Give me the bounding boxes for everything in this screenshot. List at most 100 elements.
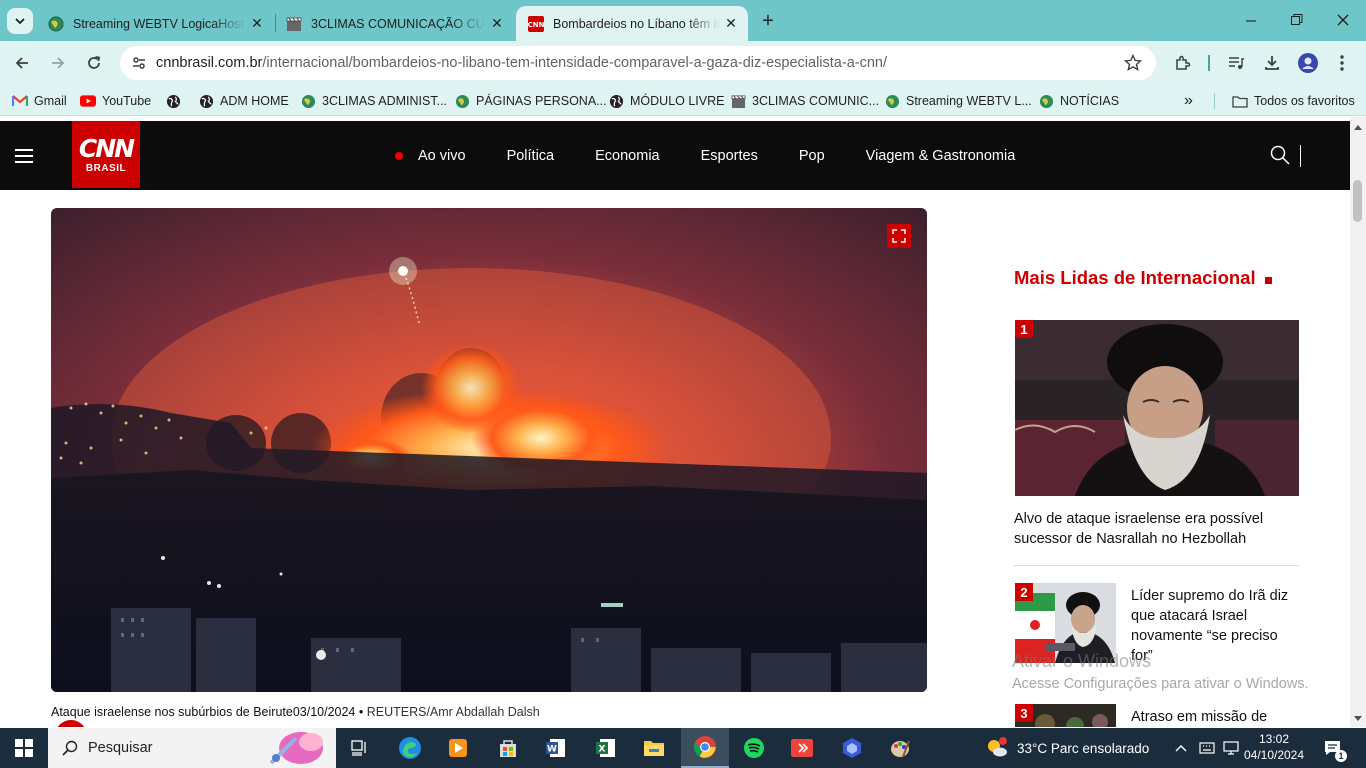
search-icon[interactable] [1270,145,1290,165]
system-clock[interactable]: 13:02 04/10/2024 [1240,731,1308,763]
tab-streaming-webtv[interactable]: Streaming WEBTV LogicaHost - ✕ [36,6,274,41]
bookmark-star-icon[interactable] [1124,54,1142,72]
bookmark-label: 3CLIMAS COMUNIC... [752,94,880,108]
anydesk-icon [791,739,813,757]
taskbar-edge[interactable] [386,728,434,768]
taskbar-store[interactable] [484,728,532,768]
bookmark-gmail[interactable]: Gmail [12,90,67,112]
taskbar-chrome[interactable] [681,728,729,768]
restore-button[interactable] [1274,0,1320,40]
taskbar-search[interactable]: Pesquisar [48,728,336,768]
bookmark-noticias[interactable]: NOTÍCIAS [1038,90,1119,112]
weather-widget[interactable]: 33°C Parc ensolarado [985,728,1149,768]
caption-credit: REUTERS/Amr Abdallah Dalsh [366,705,540,719]
hamburger-menu-icon[interactable] [15,149,33,163]
nav-economia[interactable]: Economia [595,148,659,164]
show-hidden-icons-button[interactable] [1175,728,1187,768]
keyboard-icon [1199,742,1215,754]
minimize-button[interactable] [1228,0,1274,40]
svg-text:X: X [599,745,606,755]
most-read-3-title[interactable]: Atraso em missão de [1131,707,1301,727]
article-hero-image[interactable] [51,208,927,692]
gmail-icon [12,93,28,109]
fullscreen-button[interactable] [887,224,911,248]
cnn-brasil-logo[interactable]: CNN BRASIL [72,121,140,188]
tab-title: 3CLIMAS COMUNICAÇÃO CULT [311,16,486,31]
rank-badge: 1 [1015,320,1033,338]
taskbar-media-player[interactable] [434,728,482,768]
site-header: CNN BRASIL Ao vivo Política Economia Esp… [0,121,1350,190]
edge-icon [399,737,421,759]
close-icon [1337,14,1349,26]
most-read-2-title[interactable]: Líder supremo do Irã diz que atacará Isr… [1131,586,1301,666]
close-tab-icon[interactable]: ✕ [246,13,268,35]
tab-cnn-active[interactable]: CNN Bombardeios no Líbano têm int ✕ [516,6,748,41]
address-bar[interactable]: cnnbrasil.com.br/internacional/bombardei… [120,46,1156,80]
menu-button[interactable] [1328,49,1356,77]
nav-esportes[interactable]: Esportes [701,148,758,164]
tab-3climas[interactable]: 3CLIMAS COMUNICAÇÃO CULT ✕ [274,6,514,41]
nav-ao-vivo[interactable]: Ao vivo [395,148,466,164]
nav-viagem-gastronomia[interactable]: Viagem & Gastronomia [866,148,1016,164]
scrollbar-thumb[interactable] [1353,180,1362,222]
bookmark-streaming[interactable]: Streaming WEBTV L... [884,90,1032,112]
new-tab-button[interactable]: + [756,9,780,33]
taskbar-file-explorer[interactable] [630,728,678,768]
word-icon: W [546,739,565,757]
profile-button[interactable] [1294,49,1322,77]
most-read-1-title[interactable]: Alvo de ataque israelense era possível s… [1014,509,1304,549]
back-button[interactable] [8,49,36,77]
extensions-button[interactable] [1169,49,1197,77]
close-tab-icon[interactable]: ✕ [486,13,508,35]
notification-badge: 1 [1335,750,1347,762]
url-domain: cnnbrasil.com.br [156,55,263,71]
close-tab-icon[interactable]: ✕ [720,13,742,35]
excel-icon: X [596,739,615,757]
taskbar-app-hex[interactable] [828,728,876,768]
bookmark-label: ADM HOME [220,94,289,108]
logo-subtext: BRASIL [85,162,127,174]
most-read-heading: Mais Lidas de Internacional [1014,267,1272,289]
clock-time: 13:02 [1258,732,1290,746]
media-control-button[interactable] [1222,49,1250,77]
taskbar-word[interactable]: W [532,728,580,768]
bookmark-globe[interactable] [165,90,187,112]
more-vert-icon [1340,55,1344,71]
taskbar-anydesk[interactable] [778,728,826,768]
site-info-button[interactable] [122,46,156,80]
reload-button[interactable] [80,49,108,77]
taskbar-excel[interactable]: X [582,728,630,768]
rank-badge: 2 [1015,583,1033,601]
scroll-up-arrow-icon[interactable] [1354,125,1362,130]
close-window-button[interactable] [1320,0,1366,40]
globe-green-icon [48,16,64,31]
taskbar-paint[interactable] [876,728,924,768]
start-button[interactable] [0,728,48,768]
bookmark-paginas[interactable]: PÁGINAS PERSONA... [454,90,607,112]
downloads-button[interactable] [1258,49,1286,77]
page-scrollbar[interactable] [1350,117,1366,727]
most-read-1-image[interactable] [1015,320,1299,496]
notification-center-button[interactable]: 1 [1324,728,1347,768]
nav-pop[interactable]: Pop [799,148,825,164]
red-square-icon [1264,276,1272,284]
keyboard-layout-button[interactable] [1199,728,1215,768]
author-avatar[interactable] [55,720,87,727]
bookmark-youtube[interactable]: YouTube [80,90,151,112]
all-bookmarks-folder[interactable]: Todos os favoritos [1232,90,1355,112]
bookmark-3climas-comunic[interactable]: 3CLIMAS COMUNIC... [730,90,879,112]
nav-politica[interactable]: Política [507,148,555,164]
forward-button[interactable] [44,49,72,77]
taskbar-task-view[interactable] [336,728,384,768]
bookmark-adm-home[interactable]: ADM HOME [198,90,289,112]
bookmark-modulo-livre[interactable]: MÓDULO LIVRE [608,90,724,112]
caption-text: Ataque israelense nos subúrbios de Beiru… [51,705,356,719]
bookmark-3climas-admin[interactable]: 3CLIMAS ADMINIST... [300,90,447,112]
chrome-icon [693,736,716,758]
scroll-down-arrow-icon[interactable] [1354,716,1362,721]
more-bookmarks-button[interactable]: » [1184,90,1193,112]
network-button[interactable] [1223,728,1239,768]
cnn-icon: CNN [528,15,544,32]
taskbar-spotify[interactable] [730,728,778,768]
tab-search-button[interactable] [7,8,33,34]
